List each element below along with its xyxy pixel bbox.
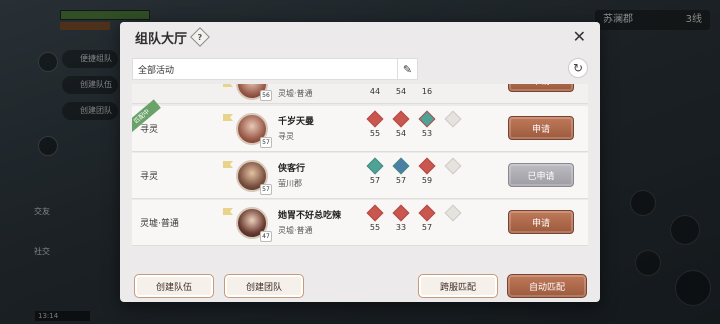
flag-icon <box>223 161 233 168</box>
team-member-stats: 55 33 57 <box>364 204 464 232</box>
member-stat: 16 <box>416 87 438 96</box>
help-symbol: ? <box>197 32 203 42</box>
cross-server-match-button[interactable]: 跨服匹配 <box>418 274 498 298</box>
team-lobby-dialog: 组队大厅 ? ✕ 全部活动 ✎ ↻ 56 灵墟·普通 44 54 16 匹配中 … <box>120 22 600 302</box>
refresh-icon[interactable]: ↻ <box>568 58 588 78</box>
dialog-header: 组队大厅 ? ✕ <box>120 22 600 52</box>
member-stat: 44 <box>364 87 386 96</box>
class-icon <box>392 157 410 175</box>
level-badge: 57 <box>260 137 272 148</box>
help-icon[interactable]: ? <box>190 27 210 47</box>
member-level: 16 <box>421 87 433 96</box>
dialog-footer: 创建队伍 创建团队 跨服匹配 自动匹配 <box>120 270 600 302</box>
member-stat: 55 <box>364 204 386 232</box>
auto-match-button[interactable]: 自动匹配 <box>507 274 587 298</box>
empty-slot-icon <box>444 110 462 128</box>
empty-slot <box>442 204 464 232</box>
team-member-stats: 55 54 53 <box>364 110 464 138</box>
member-stat: 54 <box>390 110 412 138</box>
member-stat: 59 <box>416 157 438 185</box>
flag-icon <box>223 114 233 121</box>
activity-filter-dropdown[interactable]: 全部活动 ✎ <box>132 58 418 80</box>
team-member-stats: 44 54 16 <box>364 87 438 96</box>
apply-button[interactable]: 申请 <box>508 116 574 140</box>
member-level: 54 <box>395 87 407 96</box>
player-name: 千岁天曼 <box>278 117 315 127</box>
class-icon <box>366 157 384 175</box>
team-row: 匹配中 寻灵 57 千岁天曼 寻灵 55 54 53 申请 <box>132 99 588 152</box>
class-icon <box>418 110 436 128</box>
class-icon <box>366 204 384 222</box>
team-row: 灵墟·普通 47 她胃不好总吃辣 灵墟·普通 55 33 57 申请 <box>132 200 588 246</box>
member-stat: 53 <box>416 110 438 138</box>
empty-slot-icon <box>444 204 462 222</box>
activity-name: 灵墟·普通 <box>140 219 179 229</box>
player-scene: 寻灵 <box>278 132 294 141</box>
player-scene: 灵墟·普通 <box>278 89 313 98</box>
member-stat: 57 <box>364 157 386 185</box>
class-icon <box>392 110 410 128</box>
member-stat: 55 <box>364 110 386 138</box>
member-level: 57 <box>395 176 407 185</box>
team-list: 56 灵墟·普通 44 54 16 申请 匹配中 寻灵 57 千岁天曼 <box>132 84 588 274</box>
member-level: 59 <box>421 176 433 185</box>
team-member-stats: 57 57 59 <box>364 157 464 185</box>
activity-filter-label: 全部活动 <box>138 65 175 76</box>
member-level: 57 <box>369 176 381 185</box>
flag-icon <box>223 208 233 215</box>
level-badge: 47 <box>260 231 272 242</box>
player-name: 侠客行 <box>278 164 306 174</box>
team-row: 寻灵 57 侠客行 萤川郡 57 57 59 已申请 <box>132 153 588 199</box>
member-level: 55 <box>369 129 381 138</box>
member-level: 54 <box>395 129 407 138</box>
activity-name: 寻灵 <box>140 125 159 135</box>
team-row: 56 灵墟·普通 44 54 16 申请 <box>132 84 588 104</box>
empty-slot <box>442 110 464 138</box>
create-team-button[interactable]: 创建团队 <box>224 274 304 298</box>
member-level: 44 <box>369 87 381 96</box>
dialog-title: 组队大厅 <box>135 31 188 47</box>
member-stat: 57 <box>390 157 412 185</box>
class-icon <box>392 204 410 222</box>
empty-slot-icon <box>444 157 462 175</box>
edit-icon[interactable]: ✎ <box>397 59 417 79</box>
player-scene: 灵墟·普通 <box>278 226 313 235</box>
activity-name: 寻灵 <box>140 172 159 182</box>
member-level: 57 <box>421 223 433 232</box>
level-badge: 56 <box>260 90 272 101</box>
close-icon[interactable]: ✕ <box>573 28 586 46</box>
class-icon <box>366 110 384 128</box>
empty-slot <box>442 157 464 185</box>
member-stat: 57 <box>416 204 438 232</box>
applied-button[interactable]: 已申请 <box>508 163 574 187</box>
apply-button[interactable]: 申请 <box>508 84 574 92</box>
member-level: 55 <box>369 223 381 232</box>
member-level: 33 <box>395 223 407 232</box>
class-icon <box>418 204 436 222</box>
level-badge: 57 <box>260 184 272 195</box>
player-name: 她胃不好总吃辣 <box>278 211 342 221</box>
flag-icon <box>223 84 233 87</box>
class-icon <box>418 157 436 175</box>
member-stat: 33 <box>390 204 412 232</box>
create-party-button[interactable]: 创建队伍 <box>134 274 214 298</box>
member-stat: 54 <box>390 87 412 96</box>
player-scene: 萤川郡 <box>278 179 302 188</box>
apply-button[interactable]: 申请 <box>508 210 574 234</box>
member-level: 53 <box>421 129 433 138</box>
